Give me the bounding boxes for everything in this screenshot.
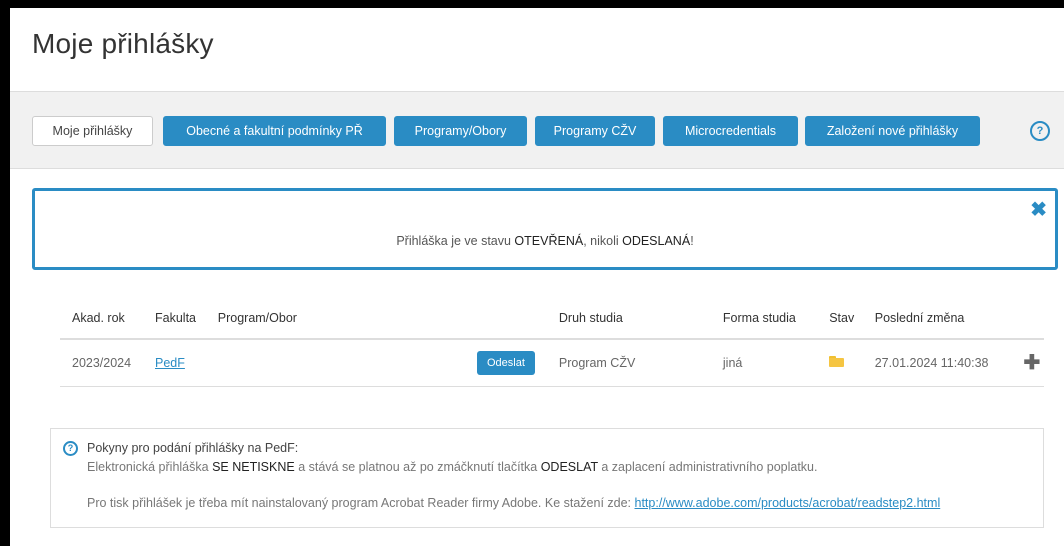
help-icon[interactable]: ?: [1030, 121, 1050, 141]
cell-study-form: jiná: [710, 339, 818, 387]
info-text-a: Elektronická přihláška: [87, 460, 213, 474]
col-last-change: Poslední změna: [862, 298, 1012, 340]
close-icon[interactable]: ✖: [1030, 200, 1047, 220]
question-circle-icon: ?: [63, 441, 78, 456]
table-header-row: Akad. rok Fakulta Program/Obor Druh stud…: [60, 298, 1044, 340]
col-expand: [1011, 298, 1044, 340]
applications-table: Akad. rok Fakulta Program/Obor Druh stud…: [60, 298, 1044, 387]
send-button[interactable]: Odeslat: [476, 351, 535, 375]
tab-new-application[interactable]: Založení nové přihlášky: [805, 116, 980, 146]
folder-icon: [829, 356, 845, 367]
table-row: 2023/2024 PedF Odeslat Program CŽV jiná …: [60, 339, 1044, 387]
col-study-type: Druh studia: [546, 298, 711, 340]
page: Moje přihlášky Moje přihlášky Obecné a f…: [10, 8, 1064, 546]
cell-program: Odeslat: [205, 339, 547, 387]
adobe-download-link[interactable]: http://www.adobe.com/products/acrobat/re…: [635, 496, 941, 510]
alert-text-suffix: !: [690, 234, 694, 248]
cell-study-type: Program CŽV: [546, 339, 711, 387]
col-status: Stav: [817, 298, 863, 340]
info-text-c: a stává se platnou až po zmáčknutí tlačí…: [294, 460, 541, 474]
status-alert: Přihláška je ve stavu OTEVŘENÁ, nikoli O…: [32, 188, 1058, 270]
instructions-line-1: Elektronická přihláška SE NETISKNE a stá…: [87, 460, 817, 474]
instructions-title: Pokyny pro podání přihlášky na PedF:: [87, 441, 299, 455]
instructions-box: ? Pokyny pro podání přihlášky na PedF: E…: [50, 428, 1044, 528]
page-title: Moje přihlášky: [32, 28, 214, 59]
tab-microcredentials[interactable]: Microcredentials: [663, 116, 798, 146]
cell-year: 2023/2024: [60, 339, 143, 387]
tab-my-applications[interactable]: Moje přihlášky: [32, 116, 153, 146]
cell-last-change: 27.01.2024 11:40:38: [862, 339, 1012, 387]
col-faculty: Fakulta: [143, 298, 206, 340]
alert-state-sent: ODESLANÁ: [622, 234, 691, 248]
info-text-no-print: SE NETISKNE: [212, 460, 295, 474]
alert-message: Přihláška je ve stavu OTEVŘENÁ, nikoli O…: [35, 234, 1055, 248]
alert-text-middle: , nikoli: [583, 234, 623, 248]
alert-state-open: OTEVŘENÁ: [514, 234, 584, 248]
nav-bar: Moje přihlášky Obecné a fakultní podmínk…: [10, 91, 1064, 169]
col-study-form: Forma studia: [710, 298, 818, 340]
info-text-send: ODESLAT: [540, 460, 598, 474]
tab-general-conditions[interactable]: Obecné a fakultní podmínky PŘ: [163, 116, 386, 146]
faculty-link[interactable]: PedF: [155, 356, 185, 370]
tab-programs-czv[interactable]: Programy CŽV: [535, 116, 655, 146]
info-print-text: Pro tisk přihlášek je třeba mít nainstal…: [87, 496, 635, 510]
cell-faculty: PedF: [143, 339, 206, 387]
tab-programs-fields[interactable]: Programy/Obory: [394, 116, 527, 146]
info-text-e: a zaplacení administrativního poplatku.: [597, 460, 818, 474]
cell-expand: ✚: [1011, 339, 1044, 387]
instructions-line-2: Pro tisk přihlášek je třeba mít nainstal…: [87, 496, 940, 510]
cell-status: [817, 339, 863, 387]
alert-text-prefix: Přihláška je ve stavu: [396, 234, 515, 248]
col-academic-year: Akad. rok: [60, 298, 143, 340]
col-program: Program/Obor: [205, 298, 547, 340]
plus-icon[interactable]: ✚: [1024, 352, 1041, 374]
